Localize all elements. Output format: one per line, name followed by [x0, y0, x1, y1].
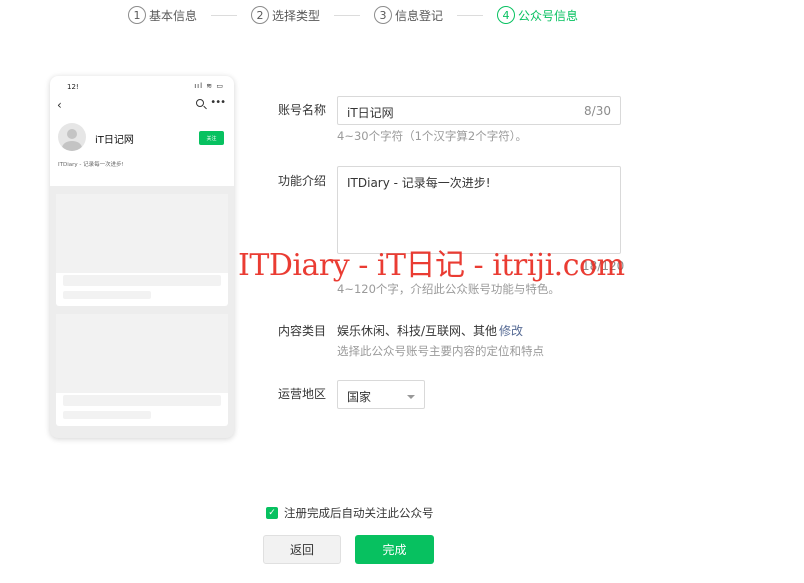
category-value: 娱乐休闲、科技/互联网、其他 — [337, 324, 498, 338]
region-select[interactable]: 国家 — [337, 380, 425, 409]
region-label: 运营地区 — [278, 387, 327, 401]
step-info-registration: 3 信息登记 — [374, 6, 443, 24]
step-number: 4 — [497, 6, 516, 24]
card-subtitle-placeholder — [63, 411, 151, 419]
auto-follow-checkbox[interactable]: ✓ — [266, 507, 278, 519]
card-image-placeholder — [56, 314, 228, 393]
step-divider — [334, 14, 361, 16]
auto-follow-label[interactable]: 注册完成后自动关注此公众号 — [284, 505, 434, 521]
step-indicator: 1 基本信息 2 选择类型 3 信息登记 4 公众号信息 — [128, 6, 578, 24]
step-number: 1 — [128, 6, 146, 24]
preview-intro: ITDiary - 记录每一次进步! — [58, 162, 124, 168]
more-icon: ••• — [210, 97, 226, 108]
step-account-info: 4 公众号信息 — [497, 6, 578, 24]
preview-article-card — [56, 314, 228, 426]
card-title-placeholder — [63, 395, 221, 406]
step-number: 3 — [374, 6, 393, 24]
preview-header: 12! ııl ≋ ▭ ‹ ••• iT日记网 关注 ITDiary - 记录每… — [50, 76, 234, 186]
account-name-value: iT日记网 — [347, 106, 394, 120]
done-button[interactable]: 完成 — [355, 535, 434, 564]
account-name-hint: 4~30个字符（1个汉字算2个字符）。 — [337, 129, 527, 143]
card-title-placeholder — [63, 275, 221, 286]
account-name-counter: 8/30 — [584, 104, 611, 118]
preview-account-name: iT日记网 — [95, 135, 134, 146]
preview-article-card — [56, 194, 228, 306]
avatar — [58, 123, 86, 151]
intro-label: 功能介绍 — [278, 174, 327, 188]
account-name-input[interactable]: iT日记网 8/30 — [337, 96, 621, 125]
intro-value: ITDiary - 记录每一次进步! — [347, 176, 491, 190]
category-edit-link[interactable]: 修改 — [499, 324, 523, 338]
card-subtitle-placeholder — [63, 291, 151, 299]
account-name-label: 账号名称 — [278, 103, 327, 117]
phone-preview: 12! ııl ≋ ▭ ‹ ••• iT日记网 关注 ITDiary - 记录每… — [50, 76, 234, 438]
card-image-placeholder — [56, 194, 228, 273]
step-divider — [457, 14, 484, 16]
back-button[interactable]: 返回 — [263, 535, 341, 564]
status-icons: ııl ≋ ▭ — [194, 82, 224, 90]
region-value: 国家 — [347, 390, 372, 404]
watermark: ITDiary - iT日记 - itriji.com — [238, 248, 625, 283]
preview-follow-button: 关注 — [199, 131, 224, 145]
category-value-row: 娱乐休闲、科技/互联网、其他 修改 — [337, 322, 523, 339]
category-label: 内容类目 — [278, 324, 327, 338]
chevron-down-icon — [407, 395, 415, 399]
category-hint: 选择此公众号账号主要内容的定位和特点 — [337, 344, 544, 358]
step-select-type: 2 选择类型 — [251, 6, 320, 24]
step-label: 选择类型 — [272, 8, 321, 23]
step-basic-info: 1 基本信息 — [128, 6, 197, 24]
step-number: 2 — [251, 6, 270, 24]
status-time: 12! — [67, 83, 79, 91]
chevron-left-icon: ‹ — [57, 98, 62, 112]
step-label: 信息登记 — [395, 8, 444, 23]
step-divider — [211, 14, 238, 16]
step-label: 基本信息 — [149, 8, 198, 23]
step-label: 公众号信息 — [518, 8, 579, 23]
search-icon — [196, 99, 204, 107]
